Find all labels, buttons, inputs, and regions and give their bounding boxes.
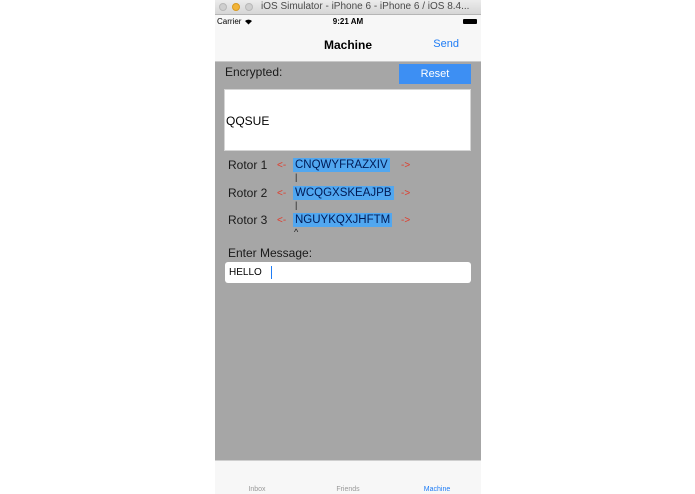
window-title: iOS Simulator - iPhone 6 - iPhone 6 / iO… — [261, 1, 470, 12]
rotor-3-value: NGUYKQXJHFTM — [293, 213, 393, 227]
simulator-window: iOS Simulator - iPhone 6 - iPhone 6 / iO… — [215, 0, 481, 494]
window-titlebar: iOS Simulator - iPhone 6 - iPhone 6 / iO… — [215, 0, 481, 15]
text-caret — [271, 266, 272, 279]
rotor-2-left-button[interactable]: <- — [277, 188, 286, 199]
rotor-3-left-button[interactable]: <- — [277, 215, 286, 226]
rotor-1-marker: | — [295, 172, 298, 182]
status-bar: Carrier 9:21 AM — [215, 15, 481, 29]
rotor-2-label: Rotor 2 — [228, 186, 268, 200]
rotor-1-right-button[interactable]: -> — [401, 160, 410, 171]
rotor-3-right-button[interactable]: -> — [401, 215, 410, 226]
status-time: 9:21 AM — [332, 17, 364, 26]
navigation-bar: Machine Send — [215, 29, 481, 62]
encrypted-output-box: QQSUE — [224, 89, 471, 151]
encrypted-label: Encrypted: — [225, 65, 283, 79]
battery-icon — [463, 19, 477, 24]
rotor-1-label: Rotor 1 — [228, 158, 268, 172]
close-window-button[interactable] — [219, 3, 227, 11]
tab-bar: Inbox Friends Machine — [215, 460, 481, 494]
tab-friends[interactable]: Friends — [318, 486, 378, 493]
reset-button[interactable]: Reset — [399, 64, 471, 84]
tab-inbox[interactable]: Inbox — [227, 486, 287, 493]
rotor-1-value: CNQWYFRAZXIV — [293, 158, 390, 172]
enter-message-label: Enter Message: — [228, 246, 313, 260]
rotor-3-label: Rotor 3 — [228, 213, 268, 227]
message-input-text: HELLO — [229, 267, 262, 278]
message-input[interactable]: HELLO — [225, 262, 471, 283]
rotor-2-right-button[interactable]: -> — [401, 188, 410, 199]
rotor-3-marker: ^ — [294, 227, 299, 237]
rotor-2-value: WCQGXSKEAJPB — [293, 186, 394, 200]
encrypted-text: QQSUE — [226, 114, 270, 128]
minimize-window-button[interactable] — [232, 3, 240, 11]
rotor-1-left-button[interactable]: <- — [277, 160, 286, 171]
send-button[interactable]: Send — [433, 38, 459, 50]
zoom-window-button[interactable] — [245, 3, 253, 11]
tab-machine[interactable]: Machine — [407, 486, 467, 493]
rotor-2-marker: | — [295, 200, 298, 210]
